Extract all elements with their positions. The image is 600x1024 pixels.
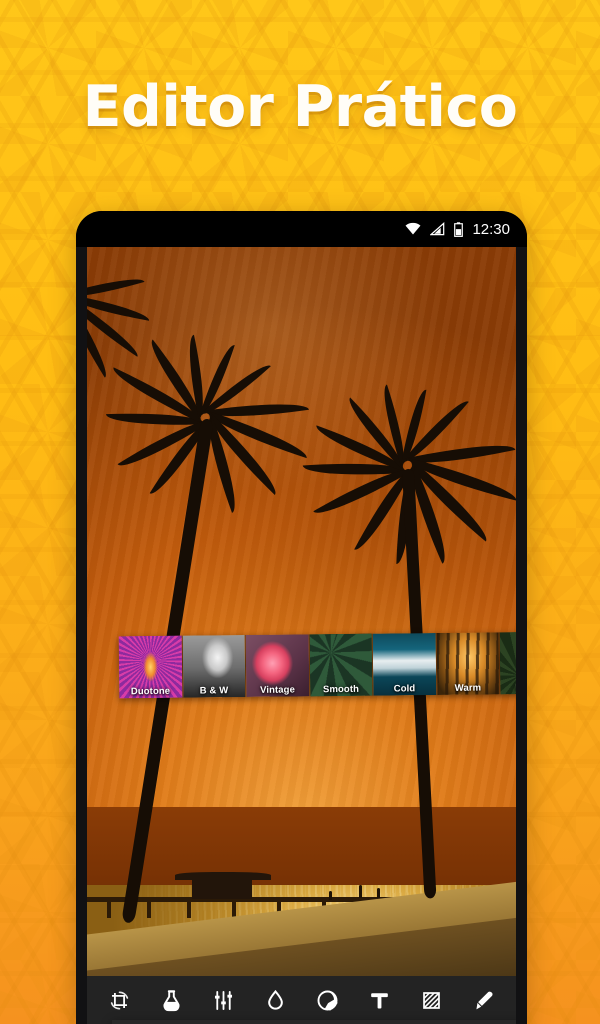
sticker-icon[interactable] [308,983,348,1017]
brush-icon[interactable] [464,983,504,1017]
battery-icon [454,221,464,237]
overlay-pattern-icon[interactable] [412,983,452,1017]
filter-item[interactable]: Duotone [118,635,183,699]
filter-item[interactable]: Legacy [499,631,516,695]
pier-hut [192,877,252,899]
filter-item[interactable]: Vintage [245,634,310,697]
filter-label: Cold [393,683,416,695]
filter-label: Vintage [260,684,295,696]
filter-label: B & W [199,685,229,697]
filter-label: Warm [454,682,482,694]
filter-item[interactable]: B & W [182,635,247,698]
crop-rotate-icon[interactable] [99,983,139,1017]
sliders-adjust-icon[interactable] [203,983,243,1017]
filter-item[interactable]: Smooth [309,633,374,697]
phone-screen: Duotone B & W Vintage Smooth Cold Warm [87,247,516,1024]
filter-label: Duotone [130,685,171,698]
filter-strip[interactable]: Duotone B & W Vintage Smooth Cold Warm [118,631,516,699]
adjustment-panel[interactable]: Brightness Contrast [112,1020,516,1024]
cell-signal-icon [430,222,445,236]
filter-item[interactable]: Cold [372,633,437,696]
person-silhouette [377,888,380,899]
pier-leg [187,902,191,918]
text-t-icon[interactable] [360,983,400,1017]
pier-leg [107,902,111,918]
filter-label: Legacy [500,682,516,694]
page-title: Editor Prático [82,74,518,140]
person-silhouette [359,885,362,898]
filter-item[interactable]: Warm [436,632,501,696]
pier-leg [147,902,151,918]
person-silhouette [329,891,332,900]
wifi-icon [405,222,421,235]
bottom-toolbar[interactable] [87,976,516,1024]
flask-effects-icon[interactable] [151,983,191,1017]
droplet-icon[interactable] [255,983,295,1017]
phone-mockup: Duotone B & W Vintage Smooth Cold Warm 1… [76,211,527,1024]
status-bar-time: 12:30 [472,220,510,238]
status-bar: 12:30 [76,211,527,247]
filter-label: Smooth [322,683,360,696]
